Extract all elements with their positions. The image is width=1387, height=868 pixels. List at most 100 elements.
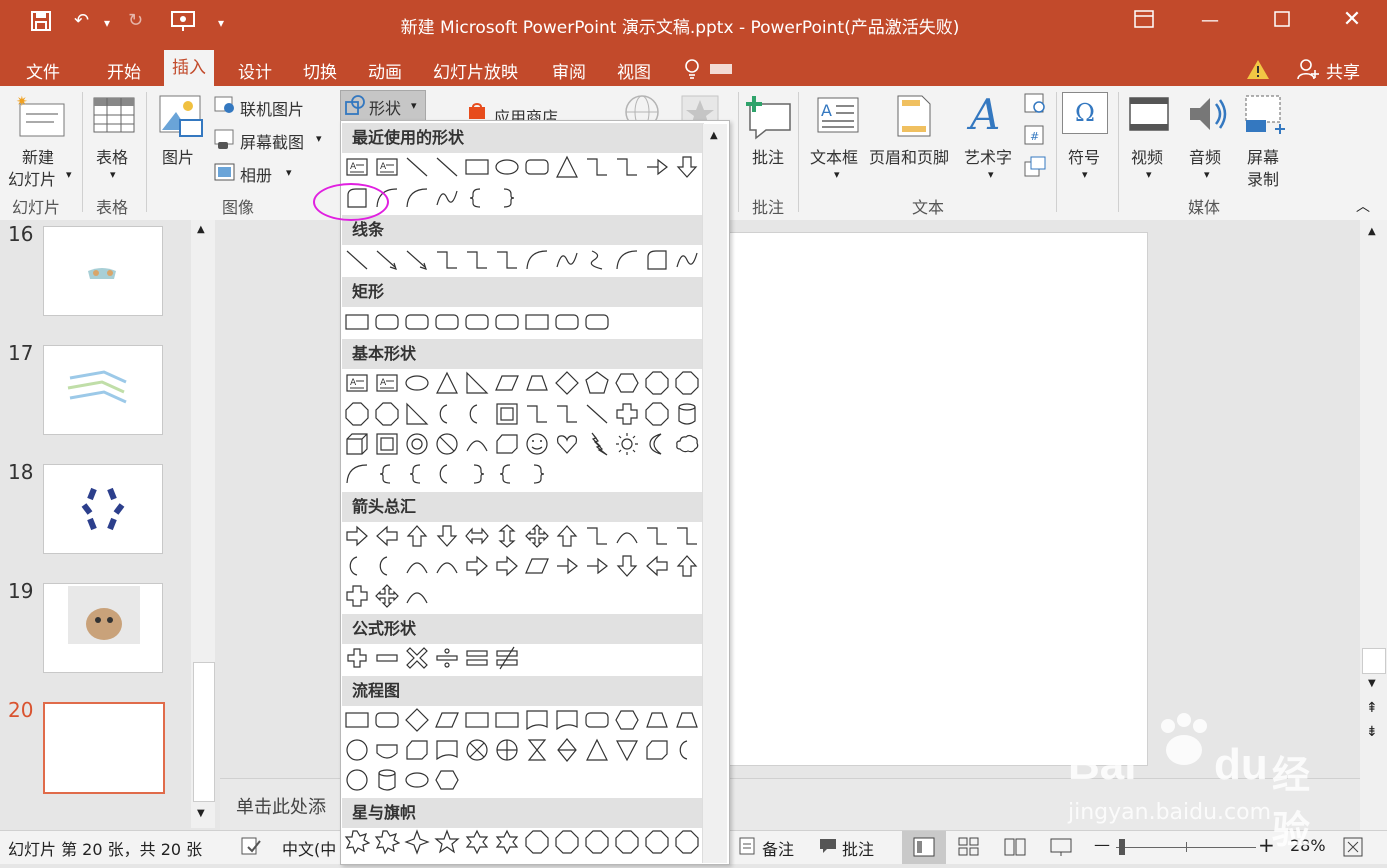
shape-gallery-item[interactable] xyxy=(524,461,550,487)
scroll-up-arrow-icon[interactable]: ▲ xyxy=(197,224,205,235)
shape-gallery-item[interactable] xyxy=(584,154,610,180)
shape-gallery-item[interactable] xyxy=(464,523,490,549)
shape-gallery-item[interactable] xyxy=(464,401,490,427)
undo-dropdown-icon[interactable]: ▾ xyxy=(104,16,110,30)
shape-gallery-item[interactable] xyxy=(584,553,610,579)
shape-gallery-item[interactable] xyxy=(614,154,640,180)
shape-gallery-item[interactable]: A xyxy=(374,370,400,396)
shape-gallery-item[interactable] xyxy=(344,523,370,549)
shape-gallery-item[interactable] xyxy=(494,370,520,396)
shape-gallery-item[interactable] xyxy=(404,767,430,793)
shape-gallery-item[interactable] xyxy=(494,431,520,457)
shape-gallery-item[interactable] xyxy=(374,767,400,793)
tab-design[interactable]: 设计 xyxy=(238,58,272,83)
fit-to-window-icon[interactable] xyxy=(1342,836,1364,862)
shape-gallery-item[interactable] xyxy=(344,707,370,733)
new-slide-label-2[interactable]: 幻灯片 xyxy=(8,166,56,190)
shape-gallery-item[interactable] xyxy=(434,247,460,273)
shape-gallery-item[interactable] xyxy=(374,309,400,335)
shape-gallery-item[interactable] xyxy=(614,553,640,579)
zoom-out-button[interactable]: — xyxy=(1094,835,1110,854)
shape-gallery-item[interactable] xyxy=(464,553,490,579)
screen-recording-label-1[interactable]: 屏幕 xyxy=(1247,144,1279,168)
shape-gallery-item[interactable] xyxy=(584,829,610,855)
shape-gallery-item[interactable] xyxy=(344,401,370,427)
shape-gallery-item[interactable] xyxy=(674,829,700,855)
video-dropdown-icon[interactable]: ▾ xyxy=(1146,168,1152,181)
shape-gallery-item[interactable] xyxy=(644,829,670,855)
wordart-icon[interactable]: A xyxy=(970,90,1000,139)
shape-gallery-item[interactable] xyxy=(524,553,550,579)
shape-gallery-item[interactable] xyxy=(614,431,640,457)
comments-icon[interactable] xyxy=(818,837,838,859)
tab-insert[interactable]: 插入 xyxy=(164,50,214,86)
shape-gallery-item[interactable] xyxy=(404,829,430,855)
table-dropdown-icon[interactable]: ▾ xyxy=(110,168,116,181)
shape-gallery-item[interactable] xyxy=(584,401,610,427)
previous-slide-icon[interactable]: ⇞ xyxy=(1366,700,1378,716)
screen-recording-label-2[interactable]: 录制 xyxy=(1247,166,1279,190)
shape-gallery-item[interactable] xyxy=(344,737,370,763)
shape-gallery-item[interactable] xyxy=(584,737,610,763)
shape-gallery-item[interactable] xyxy=(524,370,550,396)
tab-file[interactable]: 文件 xyxy=(26,58,60,83)
shape-gallery-item[interactable] xyxy=(554,247,580,273)
shape-gallery-item[interactable]: A xyxy=(344,154,370,180)
shape-gallery-item[interactable] xyxy=(374,553,400,579)
shape-gallery-item[interactable] xyxy=(434,461,460,487)
gallery-scroll-up-icon[interactable]: ▲ xyxy=(710,130,718,141)
shape-gallery-item[interactable] xyxy=(434,309,460,335)
symbol-dropdown-icon[interactable]: ▾ xyxy=(1082,168,1088,181)
shape-gallery-item[interactable] xyxy=(614,523,640,549)
language-indicator[interactable]: 中文(中 xyxy=(282,836,336,860)
shape-gallery-item[interactable] xyxy=(434,829,460,855)
shape-gallery-item[interactable] xyxy=(644,401,670,427)
comments-button[interactable]: 批注 xyxy=(842,836,874,860)
shape-gallery-item[interactable] xyxy=(644,370,670,396)
shape-gallery-item[interactable] xyxy=(374,829,401,855)
shape-gallery-item[interactable] xyxy=(524,309,550,335)
shape-gallery-item[interactable] xyxy=(584,247,610,273)
shape-gallery-item[interactable] xyxy=(464,370,490,396)
shape-gallery-item[interactable] xyxy=(344,431,370,457)
shape-gallery-item[interactable] xyxy=(434,523,460,549)
screenshot-dropdown-icon[interactable]: ▾ xyxy=(316,132,322,145)
shape-gallery-item[interactable] xyxy=(494,461,520,487)
table-button[interactable]: 表格 xyxy=(96,144,128,168)
audio-dropdown-icon[interactable]: ▾ xyxy=(1204,168,1210,181)
shape-gallery-item[interactable] xyxy=(374,737,400,763)
slide-thumbnail[interactable] xyxy=(43,226,163,316)
close-button[interactable]: ✕ xyxy=(1332,7,1372,32)
comment-icon[interactable] xyxy=(744,94,794,144)
shape-gallery-item[interactable] xyxy=(374,431,400,457)
omega-symbol-icon[interactable]: Ω xyxy=(1062,92,1108,134)
album-dropdown-icon[interactable]: ▾ xyxy=(286,166,292,179)
shape-gallery-item[interactable] xyxy=(404,401,430,427)
slide-number-icon[interactable]: # xyxy=(1024,124,1046,150)
shape-gallery-item[interactable] xyxy=(434,185,460,211)
shape-gallery-item[interactable] xyxy=(524,707,550,733)
shape-gallery-item[interactable] xyxy=(404,523,430,549)
shape-gallery-item[interactable] xyxy=(464,247,490,273)
shape-gallery-item[interactable] xyxy=(344,829,371,855)
tab-view[interactable]: 视图 xyxy=(617,58,651,83)
header-footer-icon[interactable] xyxy=(896,94,932,142)
photo-album-button[interactable]: 相册 xyxy=(240,162,272,186)
shape-gallery-item[interactable] xyxy=(434,431,460,457)
start-slideshow-icon[interactable] xyxy=(170,10,196,37)
minimize-button[interactable]: — xyxy=(1190,10,1230,31)
notes-button[interactable]: 备注 xyxy=(762,836,794,860)
shape-gallery-item[interactable] xyxy=(344,583,370,609)
slide-thumbnail-selected[interactable] xyxy=(43,702,165,794)
editor-scrollbar-thumb[interactable] xyxy=(1362,648,1386,674)
shape-gallery-item[interactable] xyxy=(404,370,430,396)
shapes-button[interactable]: 形状 ▾ xyxy=(340,90,426,122)
shape-gallery-item[interactable] xyxy=(434,154,460,180)
shape-gallery-item[interactable] xyxy=(494,829,520,855)
shape-gallery-item[interactable] xyxy=(554,737,580,763)
shape-gallery-item[interactable] xyxy=(404,737,430,763)
tell-me-lightbulb-icon[interactable] xyxy=(682,58,702,85)
shape-gallery-item[interactable] xyxy=(374,707,400,733)
shape-gallery-item[interactable] xyxy=(644,154,670,180)
shape-gallery-item[interactable] xyxy=(554,401,580,427)
